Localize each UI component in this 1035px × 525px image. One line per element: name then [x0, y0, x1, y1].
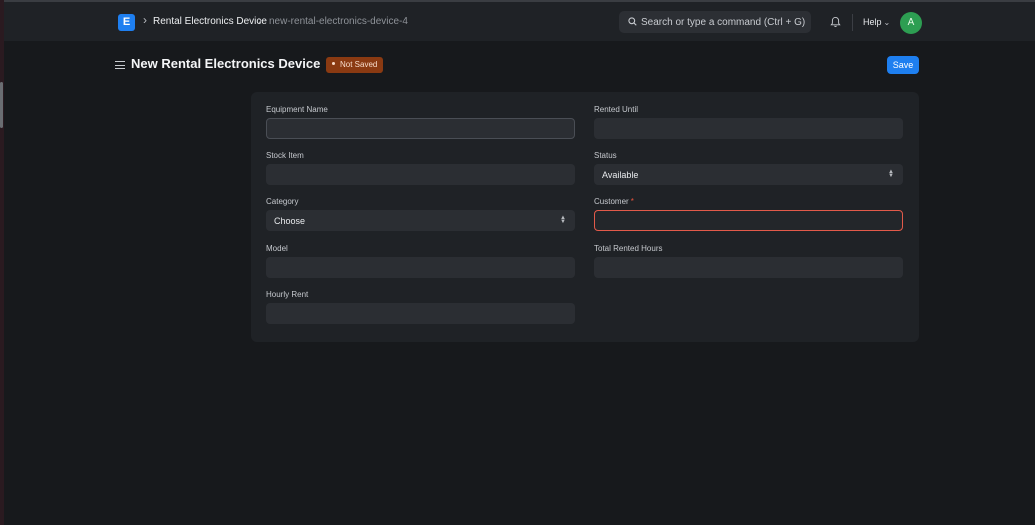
status-badge-label: Not Saved [340, 60, 378, 69]
status-badge: Not Saved [326, 57, 384, 73]
page-title: New Rental Electronics Device [131, 56, 321, 71]
select-arrows-icon: ▲ ▼ [888, 169, 894, 179]
form-card: Equipment Name Stock Item Category Choos… [251, 92, 919, 342]
select-arrows-icon: ▲ ▼ [560, 215, 566, 225]
rented-until-field[interactable] [594, 118, 903, 139]
hourly-rent-field[interactable] [266, 303, 575, 324]
sidebar-toggle-icon[interactable] [115, 61, 125, 69]
breadcrumb-document[interactable]: new-rental-electronics-device-4 [269, 16, 408, 27]
customer-label: Customer * [594, 197, 634, 206]
breadcrumb-doctype[interactable]: Rental Electronics Device [153, 16, 267, 27]
navbar-divider [852, 14, 853, 31]
category-selected-value: Choose [274, 216, 306, 226]
status-selected-value: Available [602, 170, 639, 180]
status-dot-icon [332, 62, 335, 66]
customer-label-text: Customer [594, 197, 629, 206]
chevron-down-icon: ⌄ [883, 18, 891, 27]
rented-until-label: Rented Until [594, 105, 639, 114]
hourly-rent-label: Hourly Rent [266, 290, 309, 299]
window-edge-handle [0, 82, 3, 128]
model-label: Model [266, 244, 288, 253]
equipment-name-field[interactable] [266, 118, 575, 139]
model-field[interactable] [266, 257, 575, 278]
help-dropdown[interactable]: Help ⌄ [863, 17, 890, 27]
help-label: Help [863, 17, 882, 27]
total-rented-hours-label: Total Rented Hours [594, 244, 663, 253]
window-edge [0, 0, 4, 525]
equipment-name-label: Equipment Name [266, 105, 328, 114]
notification-bell-icon[interactable] [830, 16, 841, 28]
required-mark: * [630, 197, 634, 206]
search-bar[interactable] [619, 11, 811, 33]
app-logo[interactable]: E [118, 14, 135, 31]
category-label: Category [266, 197, 299, 206]
search-input[interactable] [641, 11, 807, 33]
stock-item-label: Stock Item [266, 151, 304, 160]
avatar[interactable]: A [900, 12, 922, 34]
status-label: Status [594, 151, 617, 160]
stock-item-field[interactable] [266, 164, 575, 185]
chevron-right-icon: › [143, 13, 147, 27]
status-select[interactable]: Available ▲ ▼ [594, 164, 903, 185]
category-select[interactable]: Choose ▲ ▼ [266, 210, 575, 231]
total-rented-hours-field[interactable] [594, 257, 903, 278]
save-button[interactable]: Save [887, 56, 919, 74]
customer-field[interactable] [594, 210, 903, 231]
chevron-right-icon: › [258, 13, 262, 27]
search-icon [628, 17, 637, 26]
navbar: E › Rental Electronics Device › new-rent… [4, 0, 1035, 41]
